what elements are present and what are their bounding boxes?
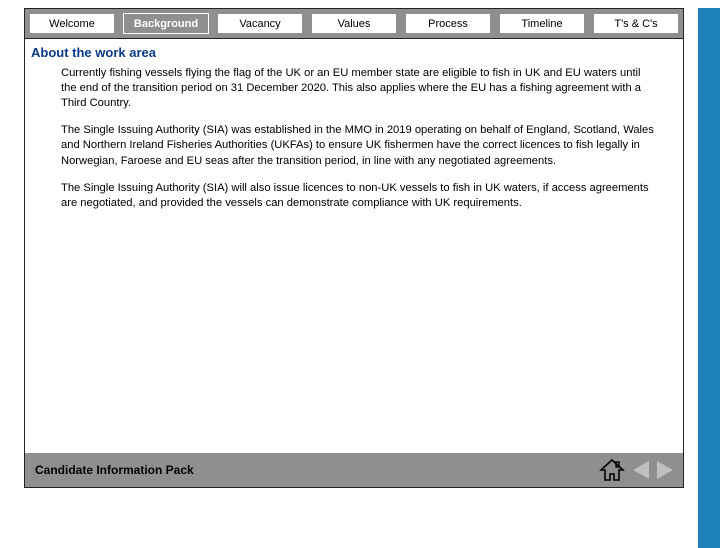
content-card: Welcome Background Vacancy Values Proces…	[24, 8, 684, 488]
tab-values[interactable]: Values	[311, 13, 397, 34]
footer-bar: Candidate Information Pack	[25, 453, 683, 487]
tab-terms[interactable]: T's & C's	[593, 13, 679, 34]
tab-timeline[interactable]: Timeline	[499, 13, 585, 34]
tab-background[interactable]: Background	[123, 13, 209, 34]
paragraph: The Single Issuing Authority (SIA) was e…	[61, 123, 659, 168]
footer-nav	[599, 458, 673, 482]
next-arrow-icon[interactable]	[657, 461, 673, 479]
tab-process[interactable]: Process	[405, 13, 491, 34]
page: Welcome Background Vacancy Values Proces…	[0, 8, 698, 548]
paragraph: Currently fishing vessels flying the fla…	[61, 66, 659, 111]
body-text: Currently fishing vessels flying the fla…	[25, 62, 683, 211]
home-icon[interactable]	[599, 458, 625, 482]
tab-vacancy[interactable]: Vacancy	[217, 13, 303, 34]
accent-bar	[698, 8, 720, 548]
tab-welcome[interactable]: Welcome	[29, 13, 115, 34]
section-title: About the work area	[25, 39, 683, 62]
tab-bar: Welcome Background Vacancy Values Proces…	[25, 9, 683, 39]
prev-arrow-icon[interactable]	[633, 461, 649, 479]
paragraph: The Single Issuing Authority (SIA) will …	[61, 181, 659, 211]
footer-label: Candidate Information Pack	[35, 463, 194, 477]
